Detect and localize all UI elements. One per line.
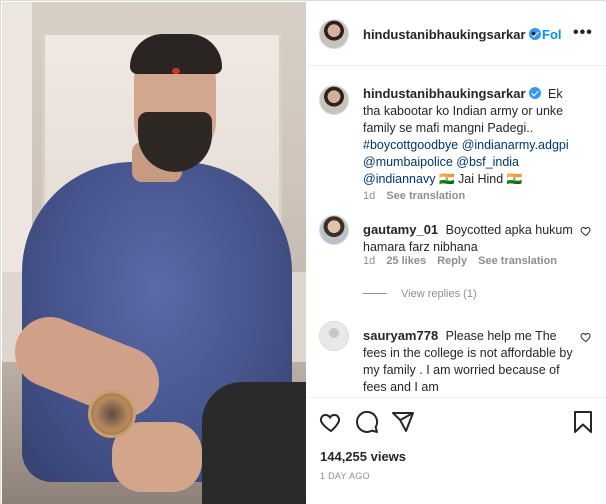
caption-meta: 1d See translation <box>363 190 473 202</box>
reply-button[interactable]: Reply <box>437 255 467 267</box>
comment-time: 1d <box>363 255 376 267</box>
post-header: hindustanibhaukingsarkar • Fol ••• <box>307 2 606 66</box>
caption-tags-line2[interactable]: @mumbaipolice @bsf_india <box>363 155 519 169</box>
comment-username[interactable]: sauryam778 <box>363 328 438 343</box>
see-translation-link[interactable]: See translation <box>478 255 557 267</box>
comments-list[interactable]: hindustanibhaukingsarkar Ek tha kabootar… <box>307 67 606 397</box>
view-count[interactable]: 144,255 views <box>320 449 406 464</box>
avatar[interactable] <box>319 19 349 49</box>
more-options-icon[interactable]: ••• <box>573 24 593 42</box>
post-actions: 144,255 views 1 DAY AGO <box>307 397 606 504</box>
view-replies-button[interactable]: View replies (1) <box>363 288 477 300</box>
heart-icon[interactable] <box>580 331 592 343</box>
separator-dot: • <box>531 25 536 41</box>
caption-tags-line1[interactable]: #boycottgoodbye @indianarmy.adgpi <box>363 138 569 152</box>
paper-plane-icon[interactable] <box>391 410 415 434</box>
post-timestamp: 1 DAY AGO <box>320 471 370 481</box>
comment-text: gautamy_01 Boycotted apka hukum hamara f… <box>363 221 578 256</box>
avatar[interactable] <box>319 215 349 245</box>
caption-username[interactable]: hindustanibhaukingsarkar <box>363 86 541 101</box>
caption-closing: 🇮🇳 Jai Hind 🇮🇳 <box>438 172 523 186</box>
comment-meta: 1d 25 likes Reply See translation <box>363 255 565 267</box>
verified-badge-icon <box>528 87 541 99</box>
avatar[interactable] <box>319 85 349 115</box>
post-video[interactable] <box>2 2 306 504</box>
person-knee <box>202 382 306 504</box>
heart-icon[interactable] <box>319 410 343 434</box>
post-side-panel: hindustanibhaukingsarkar • Fol ••• hindu… <box>307 2 606 504</box>
replies-divider <box>363 293 387 294</box>
list-item: sauryam778 Please help me The fees in th… <box>307 321 606 397</box>
comment-likes[interactable]: 25 likes <box>386 255 426 267</box>
wristwatch <box>88 390 136 438</box>
caption-text: hindustanibhaukingsarkar Ek tha kabootar… <box>363 85 578 188</box>
caption-tags-line3[interactable]: @indiannavy <box>363 172 435 186</box>
heart-icon[interactable] <box>580 225 592 237</box>
comment-username[interactable]: gautamy_01 <box>363 222 438 237</box>
see-translation-link[interactable]: See translation <box>386 190 465 202</box>
follow-button[interactable]: Fol <box>542 27 562 42</box>
bookmark-icon[interactable] <box>571 410 595 434</box>
comment-bubble-icon[interactable] <box>355 410 379 434</box>
comment-text: sauryam778 Please help me The fees in th… <box>363 327 578 396</box>
person-tilak <box>172 68 180 74</box>
list-item: gautamy_01 Boycotted apka hukum hamara f… <box>307 215 606 285</box>
caption: hindustanibhaukingsarkar Ek tha kabootar… <box>307 75 606 215</box>
caption-time: 1d <box>363 190 376 202</box>
header-username[interactable]: hindustanibhaukingsarkar <box>363 27 541 42</box>
avatar[interactable] <box>319 321 349 351</box>
post-dialog: hindustanibhaukingsarkar • Fol ••• hindu… <box>0 0 606 504</box>
